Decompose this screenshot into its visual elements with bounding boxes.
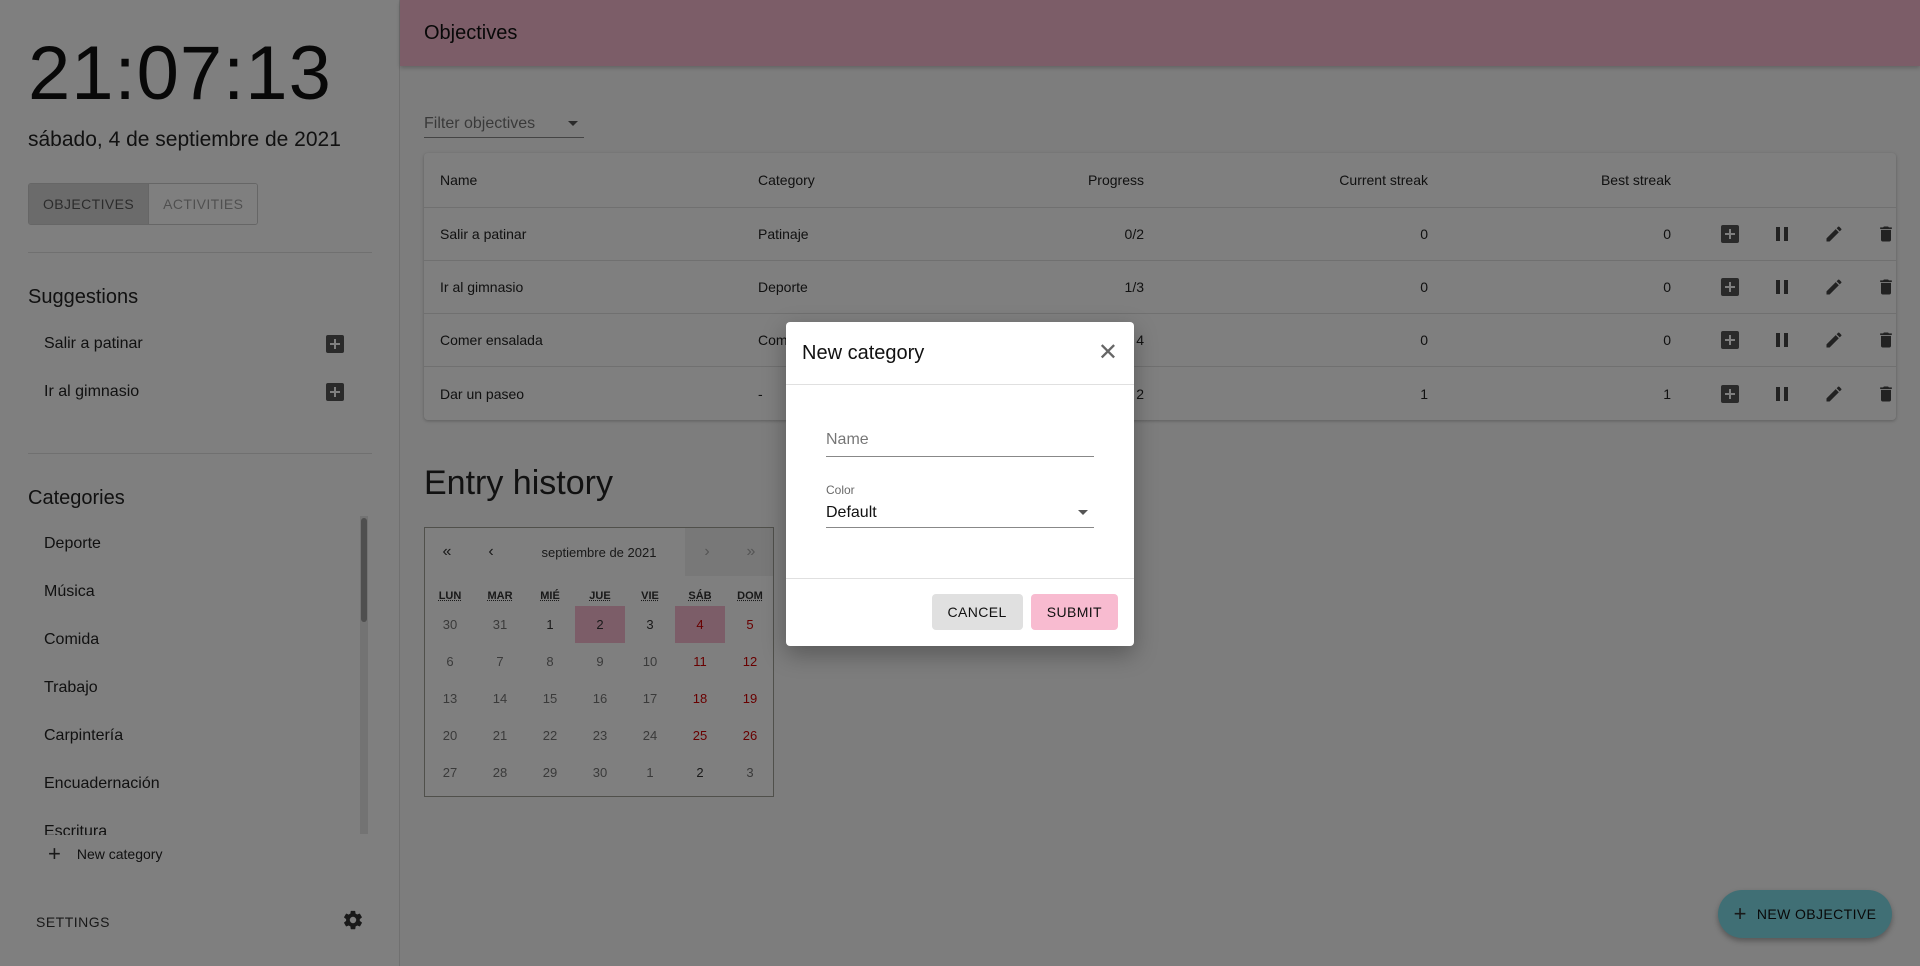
color-select-value: Default [826,503,877,521]
dialog-title: New category [802,341,925,364]
new-category-dialog: New category ✕ Name Color Default CANCEL… [786,322,1134,646]
submit-button[interactable]: SUBMIT [1030,594,1118,630]
color-select[interactable]: Default [826,498,1094,528]
dialog-header: New category ✕ [786,322,1134,385]
color-label: Color [826,483,855,497]
dialog-body: Name Color Default [786,385,1134,579]
close-icon[interactable]: ✕ [1098,341,1118,365]
category-name-input[interactable]: Name [826,431,1094,457]
chevron-down-icon [1078,510,1088,515]
cancel-button[interactable]: CANCEL [931,594,1023,630]
dialog-footer: CANCEL SUBMIT [786,579,1134,645]
